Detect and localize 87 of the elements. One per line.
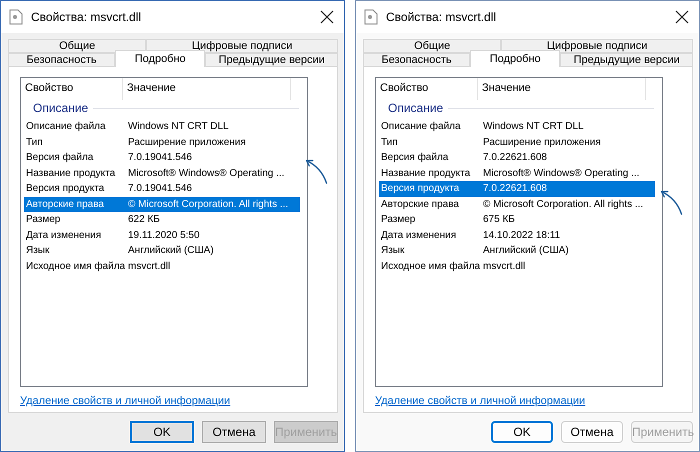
dialog-button[interactable]: OK (130, 421, 194, 443)
list-row[interactable]: Дата изменения 19.11.2020 5:50 (24, 228, 300, 243)
property-value: Расширение приложения (127, 136, 247, 148)
list-row[interactable]: Тип Расширение приложения (24, 134, 300, 150)
property-name: Дата изменения (380, 230, 458, 241)
list-row[interactable]: Название продукта Microsoft® Windows® Operating ... (379, 166, 655, 181)
property-name: Название продукта (25, 168, 116, 179)
property-value: Microsoft® Windows® Operating ... (482, 168, 640, 179)
property-value: Английский (США) (482, 245, 570, 256)
property-name: Тип (25, 136, 44, 148)
remove-properties-link[interactable]: Удаление свойств и личной информации (20, 395, 230, 407)
tab[interactable]: Общие (8, 39, 146, 53)
property-name: Версия файла (25, 152, 94, 164)
property-value: © Microsoft Corporation. All rights ... (482, 198, 644, 210)
property-name: Авторские права (25, 198, 105, 210)
property-value: 675 КБ (482, 214, 516, 226)
dialog-button[interactable]: Отмена (202, 421, 266, 443)
property-name: Версия файла (380, 152, 450, 164)
list-row[interactable]: Версия продукта 7.0.19041.546 (24, 181, 300, 196)
file-icon (9, 9, 23, 25)
property-value: Microsoft® Windows® Operating ... (127, 168, 286, 179)
property-value: msvcrt.dll (127, 260, 172, 272)
tab[interactable]: Цифровые подписи (501, 39, 693, 53)
property-name: Язык (25, 245, 50, 256)
list-row[interactable]: Версия файла 7.0.19041.546 (24, 150, 300, 166)
file-icon (364, 9, 378, 25)
property-value: 7.0.19041.546 (127, 183, 193, 194)
tab[interactable]: Подробно (470, 50, 560, 67)
property-value: 7.0.19041.546 (127, 152, 193, 164)
list-row[interactable]: Тип Расширение приложения (379, 134, 655, 150)
list-row[interactable]: Размер 675 КБ (379, 212, 655, 228)
property-name: Версия продукта (380, 183, 460, 194)
list-row[interactable]: Авторские права © Microsoft Corporation. All rights ... (379, 196, 655, 212)
group-header: Описание (388, 101, 444, 115)
property-value: Английский (США) (127, 245, 215, 256)
list-row[interactable]: Язык Английский (США) (24, 243, 300, 258)
group-header: Описание (33, 101, 88, 115)
property-value: © Microsoft Corporation. All rights ... (127, 198, 290, 210)
list-row[interactable]: Размер 622 КБ (24, 212, 300, 228)
close-button[interactable] (320, 10, 334, 24)
property-value: Windows NT CRT DLL (482, 121, 585, 132)
tab[interactable]: Подробно (115, 50, 206, 67)
property-value: 14.10.2022 18:11 (482, 230, 562, 241)
property-name: Тип (380, 136, 399, 148)
list-row[interactable]: Название продукта Microsoft® Windows® Operating ... (24, 166, 300, 181)
property-name: Версия продукта (25, 183, 106, 194)
tab[interactable]: Безопасность (363, 53, 470, 67)
property-name: Язык (380, 245, 406, 256)
property-value: 19.11.2020 5:50 (127, 230, 201, 241)
tab[interactable]: Общие (363, 39, 502, 53)
tab[interactable]: Безопасность (8, 53, 116, 67)
column-header[interactable]: Свойство (376, 78, 478, 100)
property-name: Исходное имя файла (25, 260, 126, 272)
list-row[interactable]: Описание файла Windows NT CRT DLL (24, 119, 300, 134)
column-header[interactable]: Свойство (21, 78, 123, 100)
property-name: Исходное имя файла (380, 260, 481, 272)
property-value: Windows NT CRT DLL (127, 121, 230, 132)
property-value: 7.0.22621.608 (482, 152, 548, 164)
property-name: Авторские права (380, 198, 460, 210)
property-value: 622 КБ (127, 214, 161, 226)
property-value: msvcrt.dll (482, 260, 526, 272)
property-value: Расширение приложения (482, 136, 602, 148)
list-row[interactable]: Описание файла Windows NT CRT DLL (379, 119, 655, 134)
column-header[interactable]: Значение (478, 78, 646, 100)
tab[interactable]: Предыдущие версии (205, 53, 338, 67)
window-title: Свойства: msvcrt.dll (31, 10, 142, 24)
property-name: Название продукта (380, 168, 472, 179)
tab[interactable]: Цифровые подписи (146, 39, 338, 53)
list-row[interactable]: Исходное имя файла msvcrt.dll (24, 258, 300, 274)
list-row[interactable]: Исходное имя файла msvcrt.dll (379, 258, 655, 274)
column-header[interactable]: Значение (123, 78, 291, 100)
remove-properties-link[interactable]: Удаление свойств и личной информации (375, 395, 586, 407)
list-row[interactable]: Версия файла 7.0.22621.608 (379, 150, 655, 166)
window-title: Свойства: msvcrt.dll (386, 10, 498, 24)
list-row[interactable]: Авторские права © Microsoft Corporation. All rights ... (24, 196, 300, 212)
property-value: 7.0.22621.608 (482, 183, 548, 194)
close-button[interactable] (675, 10, 689, 24)
property-name: Описание файла (380, 121, 462, 132)
property-name: Размер (25, 214, 62, 226)
tab[interactable]: Предыдущие версии (560, 53, 693, 67)
list-row[interactable]: Дата изменения 14.10.2022 18:11 (379, 228, 655, 243)
property-name: Описание файла (25, 121, 107, 132)
list-row[interactable]: Язык Английский (США) (379, 243, 655, 258)
property-name: Размер (380, 214, 416, 226)
dialog-button[interactable]: OK (491, 421, 553, 443)
property-name: Дата изменения (25, 230, 102, 241)
dialog-button[interactable]: Отмена (561, 421, 623, 443)
